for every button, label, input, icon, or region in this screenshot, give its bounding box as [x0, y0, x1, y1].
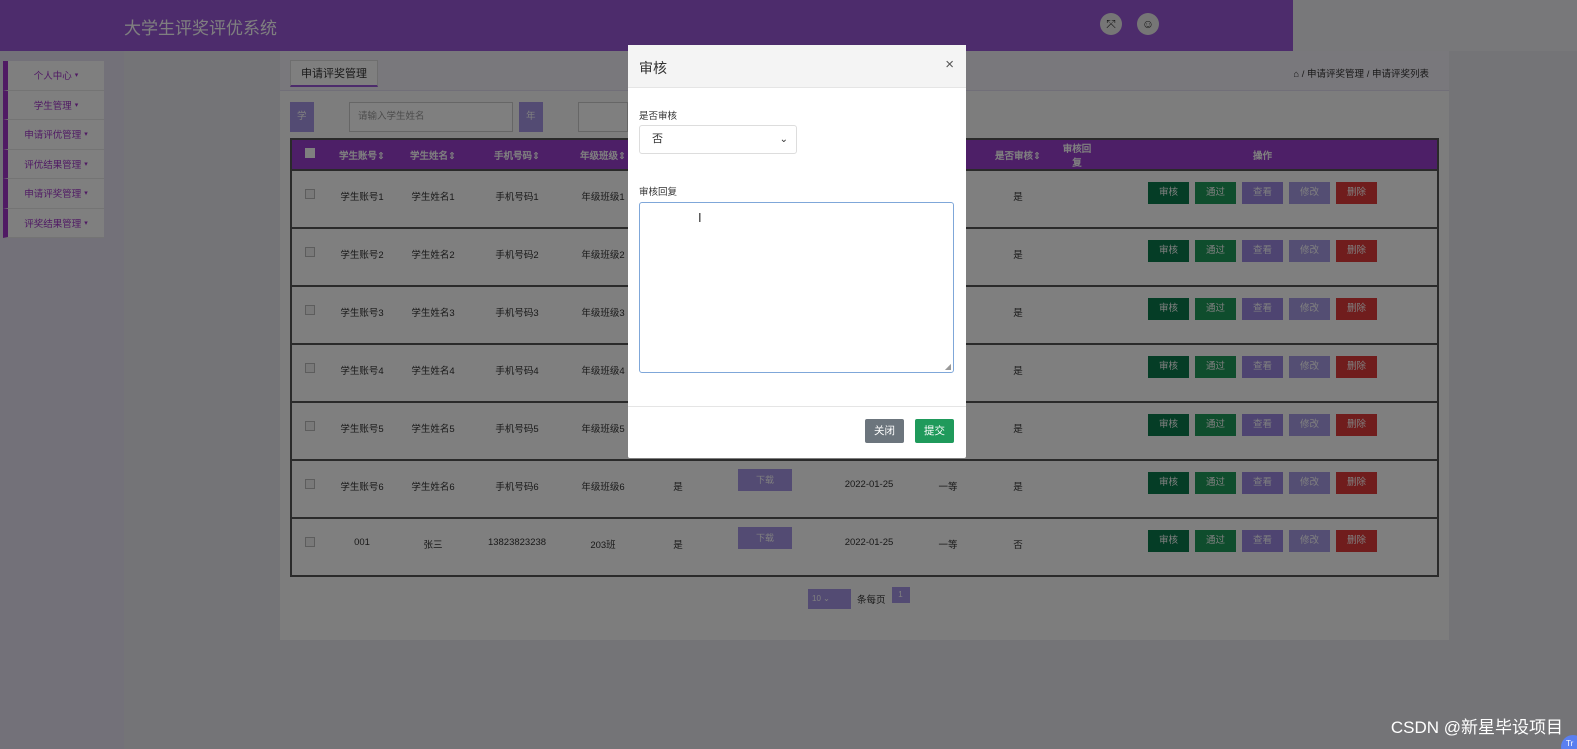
modal-header: 审核 × [628, 45, 966, 88]
audit-status-select[interactable]: 否 ⌄ [639, 125, 797, 154]
modal-title: 审核 [639, 60, 667, 76]
audit-status-value: 否 [652, 133, 663, 145]
watermark: CSDN @新星毕设项目 [1390, 718, 1563, 737]
text-cursor-icon: I [698, 210, 702, 225]
audit-reply-label: 审核回复 [639, 187, 678, 198]
close-button[interactable]: 关闭 [865, 419, 904, 443]
close-icon[interactable]: × [945, 56, 954, 73]
modal-footer: 关闭 提交 [628, 406, 966, 458]
resize-handle-icon[interactable]: ◢ [945, 362, 951, 371]
audit-reply-textarea[interactable]: I ◢ [639, 202, 954, 373]
audit-modal: 审核 × 是否审核 否 ⌄ 审核回复 I ◢ 关闭 提交 [628, 45, 966, 458]
chevron-down-icon: ⌄ [779, 134, 788, 145]
audit-status-label: 是否审核 [639, 111, 678, 122]
submit-button[interactable]: 提交 [915, 419, 954, 443]
